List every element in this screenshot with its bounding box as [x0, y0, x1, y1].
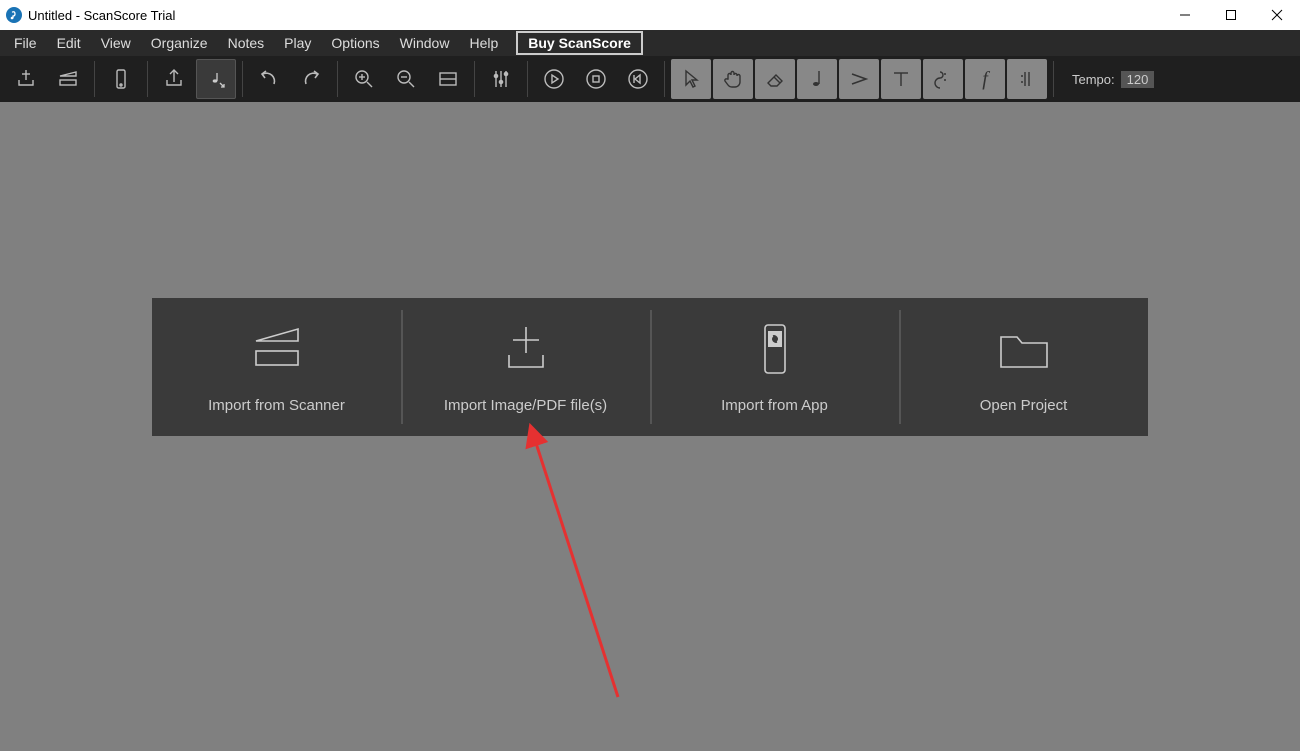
menu-help[interactable]: Help	[459, 32, 508, 54]
maximize-button[interactable]	[1208, 0, 1254, 30]
accent-tool-button[interactable]	[839, 59, 879, 99]
import-app-button[interactable]	[101, 59, 141, 99]
clef-tool-button[interactable]	[923, 59, 963, 99]
export-musicxml-button[interactable]	[196, 59, 236, 99]
export-button[interactable]	[154, 59, 194, 99]
import-scanner-button[interactable]	[48, 59, 88, 99]
titlebar: Untitled - ScanScore Trial	[0, 0, 1300, 30]
menu-edit[interactable]: Edit	[47, 32, 91, 54]
tile-label: Open Project	[980, 397, 1068, 414]
import-file-button[interactable]	[6, 59, 46, 99]
redo-button[interactable]	[291, 59, 331, 99]
menubar: File Edit View Organize Notes Play Optio…	[0, 30, 1300, 56]
phone-app-icon	[740, 321, 810, 377]
toolbar-separator	[1053, 61, 1054, 97]
play-button[interactable]	[534, 59, 574, 99]
pan-tool-button[interactable]	[713, 59, 753, 99]
toolbar-separator	[527, 61, 528, 97]
menu-window[interactable]: Window	[390, 32, 460, 54]
toolbar-separator	[664, 61, 665, 97]
menu-notes[interactable]: Notes	[218, 32, 275, 54]
text-tool-button[interactable]	[881, 59, 921, 99]
toolbar-separator	[474, 61, 475, 97]
menu-options[interactable]: Options	[321, 32, 389, 54]
menu-file[interactable]: File	[4, 32, 47, 54]
menu-play[interactable]: Play	[274, 32, 321, 54]
import-file-icon	[491, 321, 561, 377]
folder-icon	[989, 321, 1059, 377]
import-from-app-tile[interactable]: Import from App	[650, 298, 899, 436]
settings-sliders-button[interactable]	[481, 59, 521, 99]
tile-label: Import from Scanner	[208, 397, 345, 414]
close-button[interactable]	[1254, 0, 1300, 30]
note-tool-button[interactable]	[797, 59, 837, 99]
stop-button[interactable]	[576, 59, 616, 99]
menu-organize[interactable]: Organize	[141, 32, 218, 54]
import-image-pdf-tile[interactable]: Import Image/PDF file(s)	[401, 298, 650, 436]
main-area: Import from Scanner Import Image/PDF fil…	[0, 102, 1300, 751]
tempo-label: Tempo:	[1072, 72, 1115, 87]
fit-width-button[interactable]	[428, 59, 468, 99]
window-title: Untitled - ScanScore Trial	[28, 8, 175, 23]
tile-label: Import Image/PDF file(s)	[444, 397, 607, 414]
dynamics-tool-button[interactable]: f	[965, 59, 1005, 99]
undo-button[interactable]	[249, 59, 289, 99]
zoom-in-button[interactable]	[344, 59, 384, 99]
menu-view[interactable]: View	[91, 32, 141, 54]
buy-scanscore-button[interactable]: Buy ScanScore	[516, 31, 643, 55]
import-from-scanner-tile[interactable]: Import from Scanner	[152, 298, 401, 436]
tempo-input[interactable]: 120	[1121, 71, 1155, 88]
open-project-tile[interactable]: Open Project	[899, 298, 1148, 436]
eraser-tool-button[interactable]	[755, 59, 795, 99]
tile-label: Import from App	[721, 397, 828, 414]
tempo-group: Tempo: 120	[1072, 71, 1154, 88]
app-icon	[6, 7, 22, 23]
scanner-icon	[242, 321, 312, 377]
svg-text:f: f	[982, 68, 990, 90]
toolbar-separator	[337, 61, 338, 97]
barline-tool-button[interactable]	[1007, 59, 1047, 99]
zoom-out-button[interactable]	[386, 59, 426, 99]
rewind-button[interactable]	[618, 59, 658, 99]
minimize-button[interactable]	[1162, 0, 1208, 30]
toolbar-separator	[242, 61, 243, 97]
toolbar: f Tempo: 120	[0, 56, 1300, 102]
window-controls	[1162, 0, 1300, 30]
toolbar-separator	[94, 61, 95, 97]
toolbar-separator	[147, 61, 148, 97]
welcome-panel: Import from Scanner Import Image/PDF fil…	[152, 298, 1148, 436]
pointer-tool-button[interactable]	[671, 59, 711, 99]
